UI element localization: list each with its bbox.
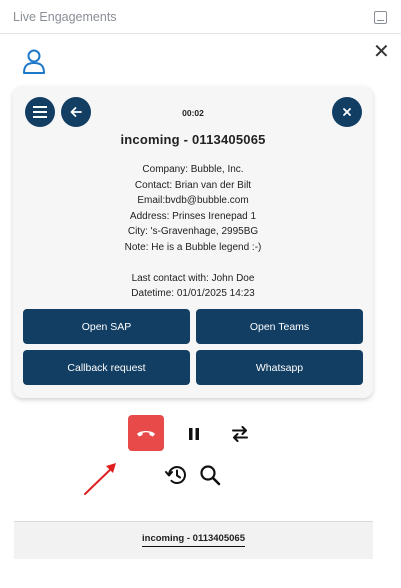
history-button[interactable] <box>164 463 188 487</box>
caller-title: incoming - 0113405065 <box>120 132 266 147</box>
phone-hangup-icon <box>137 431 155 437</box>
detail-company: Company: Bubble, Inc. <box>142 164 244 175</box>
pause-button[interactable] <box>184 424 204 444</box>
transfer-icon <box>232 426 248 442</box>
call-tab-label: incoming - 0113405065 <box>142 533 245 547</box>
call-tab-bar: incoming - 0113405065 <box>14 521 373 559</box>
minimize-icon[interactable] <box>374 11 387 24</box>
hangup-button[interactable] <box>128 415 164 451</box>
window-titlebar: Live Engagements <box>0 0 401 34</box>
search-icon <box>200 465 221 486</box>
end-panel-button[interactable] <box>332 97 362 127</box>
history-icon <box>165 466 186 484</box>
call-panel: 00:02 incoming - 0113405065 Company: Bub… <box>13 86 373 398</box>
detail-address: Address: Prinses Irenepad 1 <box>129 210 257 222</box>
annotation-arrow-icon <box>84 463 116 495</box>
detail-city: City: 's-Gravenhage, 2995BG <box>127 226 259 237</box>
open-teams-button[interactable]: Open Teams <box>196 309 363 344</box>
call-timer: 00:02 <box>182 108 204 118</box>
detail-note: Note: He is a Bubble legend :-) <box>124 241 262 253</box>
whatsapp-button[interactable]: Whatsapp <box>196 350 363 385</box>
pause-icon <box>189 428 199 440</box>
call-tab[interactable]: incoming - 0113405065 <box>14 533 373 547</box>
transfer-button[interactable] <box>229 423 251 445</box>
open-sap-button[interactable]: Open SAP <box>23 309 190 344</box>
detail-email: Email:bvdb@bubble.com <box>137 195 249 206</box>
close-icon[interactable]: ✕ <box>373 42 390 62</box>
window-title: Live Engagements <box>13 10 117 24</box>
user-icon[interactable] <box>22 48 46 74</box>
last-contact: Last contact with: John Doe <box>131 272 255 284</box>
last-contact-datetime: Datetime: 01/01/2025 14:23 <box>131 288 255 299</box>
search-button[interactable] <box>198 463 222 487</box>
contact-details: Company: Bubble, Inc. Contact: Brian van… <box>13 162 373 302</box>
detail-contact: Contact: Brian van der Bilt <box>134 179 252 191</box>
callback-request-button[interactable]: Callback request <box>23 350 190 385</box>
close-icon <box>343 108 351 116</box>
